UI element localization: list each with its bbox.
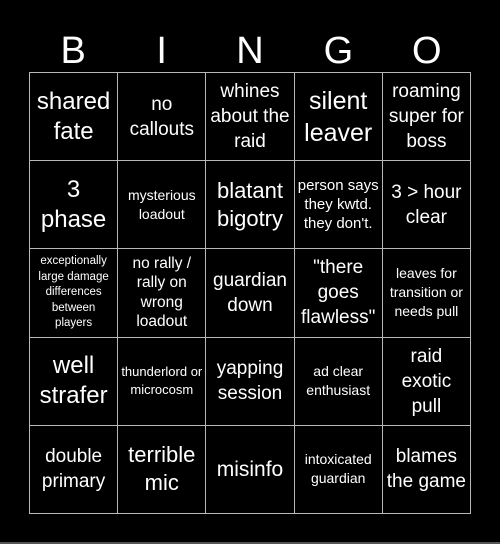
bingo-cell[interactable]: ad clear enthusiast: [294, 337, 383, 426]
bingo-cell[interactable]: whines about the raid: [206, 73, 295, 162]
cell-text: raid exotic pull: [401, 345, 452, 417]
cell-text: guardian down: [213, 269, 287, 316]
cell-text: mysterious loadout: [127, 186, 196, 222]
bingo-cell[interactable]: shared fate: [30, 73, 119, 162]
bingo-cell[interactable]: thunderlord or microcosm: [118, 337, 207, 426]
bingo-cell[interactable]: person says they kwtd. they don't.: [294, 161, 383, 250]
cell-text: thunderlord or microcosm: [121, 364, 203, 398]
cell-text: exceptionally large damage differences b…: [38, 255, 109, 330]
cell-text: 3 phase: [40, 175, 107, 233]
cell-text: intoxicated guardian: [304, 451, 372, 487]
cell-text: 3 > hour clear: [391, 181, 462, 228]
bingo-cell[interactable]: no callouts: [118, 73, 207, 162]
bingo-grid: shared fate no callouts whines about the…: [29, 72, 471, 514]
cell-text: silent leaver: [304, 86, 373, 147]
bingo-cell[interactable]: blatant bigotry: [206, 161, 295, 250]
bingo-cell[interactable]: 3 > hour clear: [382, 161, 471, 250]
cell-text: no rally / rally on wrong loadout: [132, 254, 192, 331]
bingo-cell[interactable]: well strafer: [30, 337, 119, 426]
cell-text: yapping session: [216, 358, 284, 405]
bingo-cell[interactable]: raid exotic pull: [382, 337, 471, 426]
bingo-cell[interactable]: silent leaver: [294, 73, 383, 162]
bingo-cell[interactable]: roaming super for boss: [382, 73, 471, 162]
bingo-header: B I N G O: [29, 30, 471, 72]
bingo-cell[interactable]: "there goes flawless": [294, 249, 383, 338]
cell-text: ad clear enthusiast: [306, 363, 371, 399]
bingo-cell[interactable]: guardian down: [206, 249, 295, 338]
cell-text: well strafer: [39, 352, 108, 410]
cell-text: terrible mic: [128, 442, 196, 496]
bingo-cell[interactable]: terrible mic: [118, 425, 207, 514]
cell-text: blatant bigotry: [216, 177, 284, 231]
cell-text: no callouts: [129, 93, 194, 140]
bingo-cell[interactable]: intoxicated guardian: [294, 425, 383, 514]
cell-text: person says they kwtd. they don't.: [297, 177, 379, 233]
bingo-cell[interactable]: exceptionally large damage differences b…: [30, 249, 119, 338]
bingo-cell[interactable]: 3 phase: [30, 161, 119, 250]
bingo-cell[interactable]: double primary: [30, 425, 119, 514]
bingo-cell[interactable]: blames the game: [382, 425, 471, 514]
bingo-cell[interactable]: misinfo: [206, 425, 295, 514]
cell-text: "there goes flawless": [301, 257, 376, 329]
cell-text: double primary: [41, 446, 106, 493]
bingo-cell[interactable]: yapping session: [206, 337, 295, 426]
bingo-cell[interactable]: no rally / rally on wrong loadout: [118, 249, 207, 338]
cell-text: shared fate: [36, 87, 111, 145]
cell-text: roaming super for boss: [388, 81, 464, 153]
header-letter-g: G: [323, 30, 354, 72]
bingo-cell[interactable]: mysterious loadout: [118, 161, 207, 250]
cell-text: misinfo: [216, 457, 284, 481]
header-letter-b: B: [60, 30, 86, 72]
cell-text: blames the game: [386, 446, 466, 493]
header-letter-n: N: [236, 30, 264, 72]
header-letter-o: O: [412, 30, 442, 72]
cell-text: leaves for transition or needs pull: [389, 265, 463, 320]
bingo-cell[interactable]: leaves for transition or needs pull: [382, 249, 471, 338]
header-letter-i: I: [156, 30, 167, 72]
cell-text: whines about the raid: [210, 81, 290, 153]
